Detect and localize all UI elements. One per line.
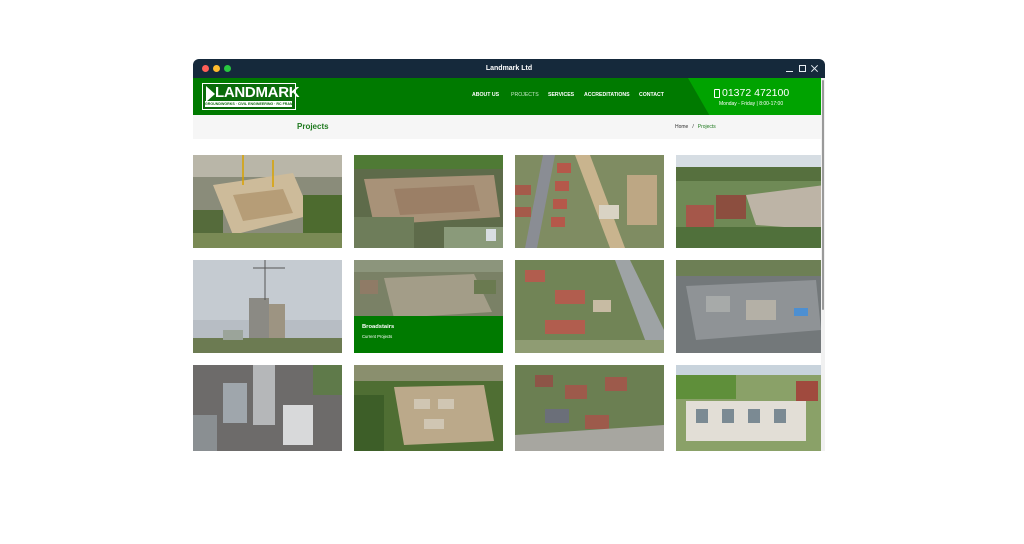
breadcrumb-separator: / <box>692 124 694 130</box>
title-bar: Landmark Ltd <box>193 59 825 78</box>
project-tile[interactable] <box>676 365 825 451</box>
project-photo <box>515 365 664 451</box>
page-subheader: Projects Home / Projects <box>193 115 821 139</box>
project-tile[interactable] <box>354 365 503 451</box>
opening-hours: Monday - Friday | 8:00-17:00 <box>719 101 784 107</box>
phone-number[interactable]: 01372 472100 <box>714 87 789 99</box>
window-title: Landmark Ltd <box>485 65 533 72</box>
nav-projects[interactable]: PROJECTS <box>511 92 539 98</box>
project-photo <box>193 260 342 353</box>
nav-accreditations[interactable]: ACCREDITATIONS <box>584 92 630 98</box>
project-tile[interactable] <box>676 155 825 248</box>
nav-services[interactable]: SERVICES <box>548 92 574 98</box>
project-tile[interactable] <box>515 260 664 353</box>
project-photo <box>676 260 825 353</box>
site-header: LANDMARK GROUNDWORKS · CIVIL ENGINEERING… <box>193 78 821 115</box>
breadcrumb-current: Projects <box>697 124 716 130</box>
project-tile[interactable] <box>193 260 342 353</box>
close-icon[interactable] <box>809 59 821 78</box>
project-tile[interactable] <box>354 155 503 248</box>
project-tile-broadstairs[interactable]: Broadstairs Current Projects <box>354 260 503 353</box>
project-tile[interactable] <box>676 260 825 353</box>
project-overlay[interactable]: Broadstairs Current Projects <box>354 316 503 353</box>
browser-window: Landmark Ltd LANDMARK GROUNDWORKS · CIVI… <box>193 59 825 451</box>
maximize-icon[interactable] <box>797 59 809 78</box>
project-photo <box>354 155 503 248</box>
breadcrumb: Home / Projects <box>675 124 716 130</box>
minimize-icon[interactable] <box>784 59 796 78</box>
project-photo <box>676 365 825 451</box>
project-category: Current Projects <box>362 334 393 339</box>
project-photo <box>515 260 664 353</box>
project-tile[interactable] <box>515 155 664 248</box>
scrollbar[interactable] <box>821 78 825 451</box>
project-photo <box>515 155 664 248</box>
project-tile[interactable] <box>515 365 664 451</box>
project-photo <box>193 365 342 451</box>
project-tile[interactable] <box>193 155 342 248</box>
project-tile[interactable] <box>193 365 342 451</box>
project-photo <box>676 155 825 248</box>
nav-about-us[interactable]: ABOUT US <box>472 92 499 98</box>
project-title: Broadstairs <box>362 324 395 330</box>
scrollbar-thumb[interactable] <box>822 80 824 310</box>
nav-contact[interactable]: CONTACT <box>639 92 664 98</box>
project-photo <box>193 155 342 248</box>
project-grid: Broadstairs Current Projects <box>193 155 825 451</box>
project-photo <box>354 365 503 451</box>
page-title: Projects <box>297 122 329 131</box>
breadcrumb-home[interactable]: Home <box>675 124 688 130</box>
